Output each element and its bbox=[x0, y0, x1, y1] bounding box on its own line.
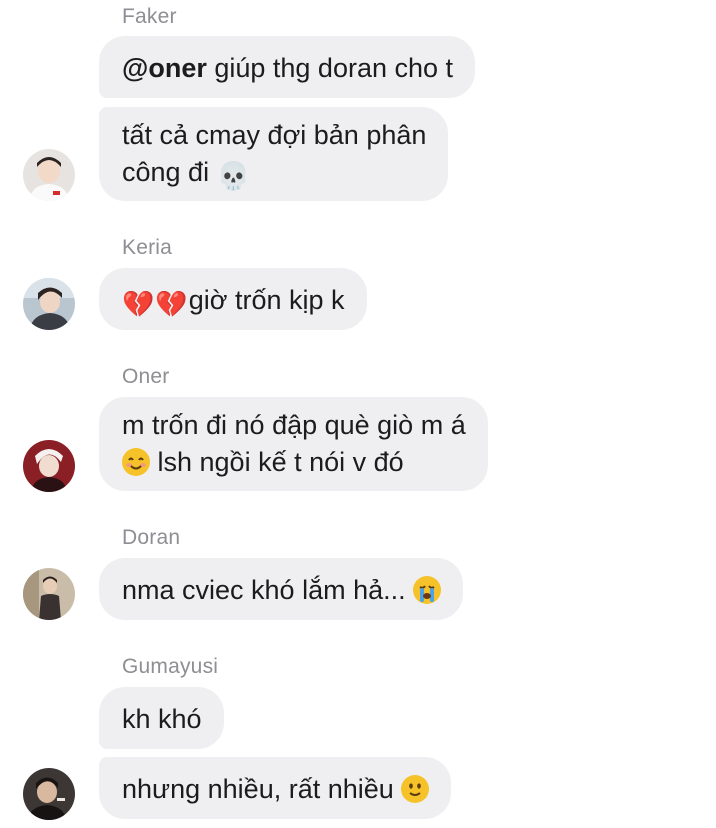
avatar-doran[interactable] bbox=[23, 568, 75, 620]
message-bubble[interactable]: tất cả cmay đợi bản phân công đi 💀 bbox=[99, 107, 449, 201]
smiling-face-icon bbox=[122, 448, 150, 476]
skull-icon: 💀 bbox=[216, 161, 251, 192]
message-text: nma cviec khó lắm hả... bbox=[122, 575, 414, 605]
broken-heart-icon: 💔 bbox=[155, 290, 188, 320]
sender-name: Faker bbox=[122, 5, 177, 28]
message-text: m trốn đi nó đập què giò m á bbox=[122, 410, 466, 440]
chat-thread: Faker @oner giúp thg doran cho t tất cả … bbox=[0, 0, 716, 828]
sender-name: Oner bbox=[122, 365, 170, 388]
sender-name: Keria bbox=[122, 236, 173, 259]
avatar-faker[interactable] bbox=[23, 149, 75, 201]
message-text: nhưng nhiều, rất nhiều bbox=[122, 774, 402, 804]
message-bubble[interactable]: 💔💔giờ trốn kịp k bbox=[99, 268, 367, 330]
message-bubble[interactable]: nma cviec khó lắm hả... bbox=[99, 558, 464, 620]
message-text: giúp thg doran cho t bbox=[206, 53, 454, 83]
message-text: công đi bbox=[122, 157, 217, 187]
message-text: lsh ngồi kế t nói v đó bbox=[150, 447, 404, 477]
message-bubble[interactable]: m trốn đi nó đập què giò m á lsh ngồi kế… bbox=[99, 397, 488, 491]
message-bubble[interactable]: nhưng nhiều, rất nhiều bbox=[99, 757, 452, 819]
broken-heart-icon: 💔 bbox=[122, 290, 155, 320]
avatar-keria[interactable] bbox=[23, 278, 75, 330]
sender-name: Doran bbox=[122, 526, 181, 549]
message-bubble[interactable]: @oner giúp thg doran cho t bbox=[99, 36, 476, 98]
mention[interactable]: @oner bbox=[122, 53, 207, 83]
message-text: giờ trốn kịp k bbox=[188, 285, 345, 315]
avatar-oner[interactable] bbox=[23, 440, 75, 492]
slightly-smiling-face-icon bbox=[401, 775, 430, 803]
message-text: kh khó bbox=[122, 704, 202, 734]
sender-name: Gumayusi bbox=[122, 655, 219, 678]
crying-face-icon bbox=[413, 576, 442, 604]
avatar-gumayusi[interactable] bbox=[23, 768, 75, 820]
message-bubble[interactable]: kh khó bbox=[99, 687, 224, 749]
message-text: tất cả cmay đợi bản phân bbox=[122, 120, 427, 150]
